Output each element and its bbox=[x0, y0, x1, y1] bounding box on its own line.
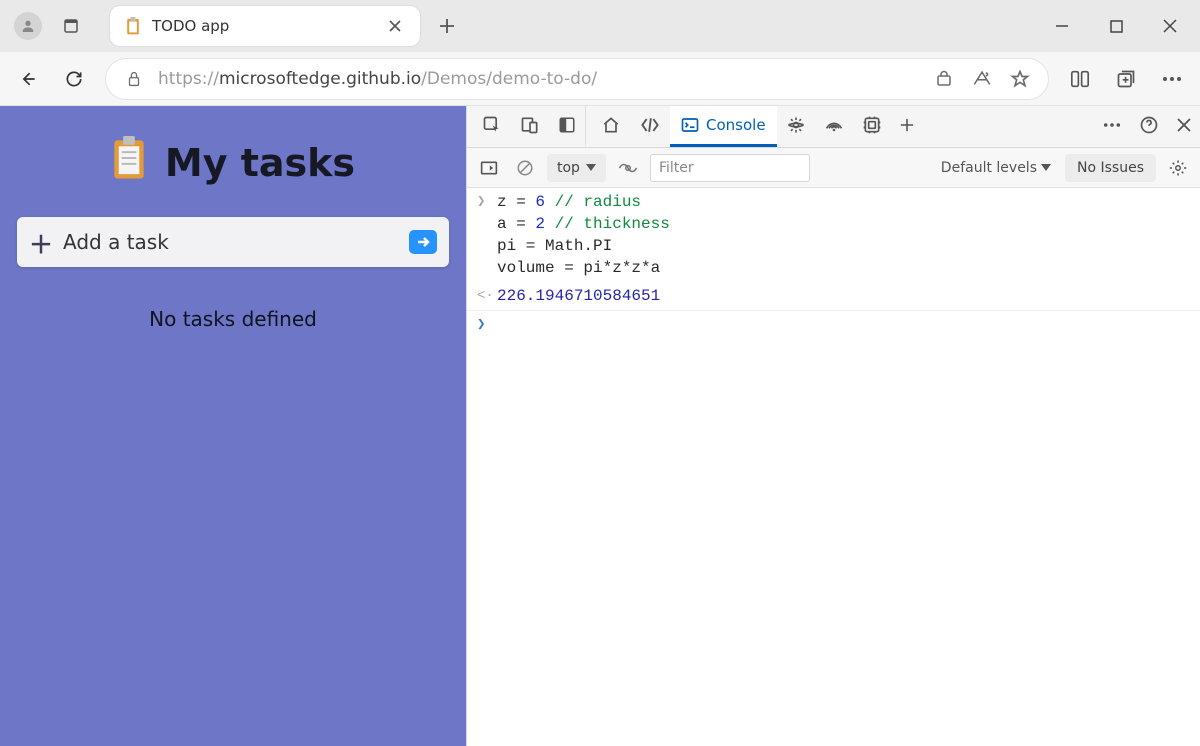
dock-side-icon[interactable] bbox=[549, 106, 586, 147]
settings-more-icon[interactable] bbox=[1152, 59, 1192, 99]
shopping-icon[interactable] bbox=[930, 65, 958, 93]
window-close-button[interactable] bbox=[1144, 6, 1196, 46]
devtools-close-icon[interactable] bbox=[1168, 106, 1200, 147]
console-input-row: ❯ z = 6 // radius a = 2 // thickness pi … bbox=[467, 188, 1200, 282]
window-controls bbox=[1036, 6, 1196, 46]
chevron-right-icon: ❯ bbox=[477, 191, 491, 213]
tab-more[interactable] bbox=[891, 106, 923, 147]
tab-welcome[interactable] bbox=[592, 106, 630, 147]
issues-label: No Issues bbox=[1077, 160, 1144, 176]
browser-tab[interactable]: TODO app bbox=[110, 6, 420, 46]
page-title-text: My tasks bbox=[165, 141, 355, 185]
devtools-help-icon[interactable] bbox=[1130, 106, 1168, 147]
submit-task-button[interactable] bbox=[409, 230, 437, 254]
issues-button[interactable]: No Issues bbox=[1065, 154, 1156, 182]
read-aloud-icon[interactable] bbox=[968, 65, 996, 93]
url-text: https://microsoftedge.github.io/Demos/de… bbox=[158, 69, 597, 89]
profile-avatar[interactable] bbox=[14, 12, 42, 40]
console-filter-input[interactable]: Filter bbox=[650, 154, 810, 182]
favorite-icon[interactable] bbox=[1006, 65, 1034, 93]
live-expression-icon[interactable] bbox=[614, 154, 642, 182]
chevron-left-icon: <· bbox=[477, 285, 491, 307]
tab-close-button[interactable] bbox=[384, 15, 406, 37]
refresh-button[interactable] bbox=[54, 59, 94, 99]
console-input-code: z = 6 // radius a = 2 // thickness pi = … bbox=[497, 191, 670, 279]
back-button[interactable] bbox=[8, 59, 48, 99]
address-bar[interactable]: https://microsoftedge.github.io/Demos/de… bbox=[106, 59, 1048, 99]
page-title: My tasks bbox=[111, 136, 355, 189]
devtools-tabstrip: Console bbox=[467, 106, 1200, 148]
device-emulation-icon[interactable] bbox=[511, 106, 549, 147]
chevron-down-icon bbox=[1041, 164, 1051, 171]
console-output[interactable]: ❯ z = 6 // radius a = 2 // thickness pi … bbox=[467, 188, 1200, 746]
tab-console-label: Console bbox=[706, 116, 766, 134]
window-minimize-button[interactable] bbox=[1036, 6, 1088, 46]
tab-actions-icon[interactable] bbox=[54, 9, 88, 43]
add-task-placeholder: Add a task bbox=[63, 230, 399, 254]
execution-context-label: top bbox=[557, 160, 580, 176]
clipboard-icon bbox=[111, 136, 147, 189]
tab-title: TODO app bbox=[152, 17, 374, 35]
devtools-more-icon[interactable] bbox=[1094, 106, 1130, 147]
console-result-value: 226.1946710584651 bbox=[497, 287, 660, 305]
log-levels-label: Default levels bbox=[941, 160, 1037, 176]
lock-icon[interactable] bbox=[120, 65, 148, 93]
inspect-element-icon[interactable] bbox=[473, 106, 511, 147]
clear-console-icon[interactable] bbox=[511, 154, 539, 182]
execution-context-select[interactable]: top bbox=[547, 154, 606, 182]
chevron-down-icon bbox=[586, 164, 596, 171]
empty-state-text: No tasks defined bbox=[149, 307, 317, 331]
tab-network[interactable] bbox=[815, 106, 853, 147]
console-result-row: <· 226.1946710584651 bbox=[467, 282, 1200, 311]
new-tab-button[interactable] bbox=[430, 9, 464, 43]
clipboard-icon bbox=[124, 17, 142, 35]
page-viewport: My tasks ＋ Add a task No tasks defined bbox=[0, 106, 466, 746]
chevron-right-icon: ❯ bbox=[477, 314, 491, 336]
console-settings-icon[interactable] bbox=[1164, 154, 1192, 182]
tab-sources[interactable] bbox=[777, 106, 815, 147]
window-maximize-button[interactable] bbox=[1090, 6, 1142, 46]
console-toolbar: top Filter Default levels No Issues bbox=[467, 148, 1200, 188]
collections-icon[interactable] bbox=[1106, 59, 1146, 99]
console-prompt-row[interactable]: ❯ bbox=[467, 311, 1200, 339]
browser-toolbar: https://microsoftedge.github.io/Demos/de… bbox=[0, 52, 1200, 106]
content-area: My tasks ＋ Add a task No tasks defined bbox=[0, 106, 1200, 746]
toggle-sidebar-icon[interactable] bbox=[475, 154, 503, 182]
browser-titlebar: TODO app bbox=[0, 0, 1200, 52]
tab-console[interactable]: Console bbox=[670, 106, 777, 147]
split-screen-icon[interactable] bbox=[1060, 59, 1100, 99]
tab-elements[interactable] bbox=[630, 106, 670, 147]
devtools-panel: Console bbox=[466, 106, 1200, 746]
console-filter-placeholder: Filter bbox=[659, 160, 694, 176]
tab-performance[interactable] bbox=[853, 106, 891, 147]
plus-icon: ＋ bbox=[29, 225, 53, 260]
add-task-input[interactable]: ＋ Add a task bbox=[17, 217, 449, 267]
log-levels-select[interactable]: Default levels bbox=[935, 160, 1057, 176]
